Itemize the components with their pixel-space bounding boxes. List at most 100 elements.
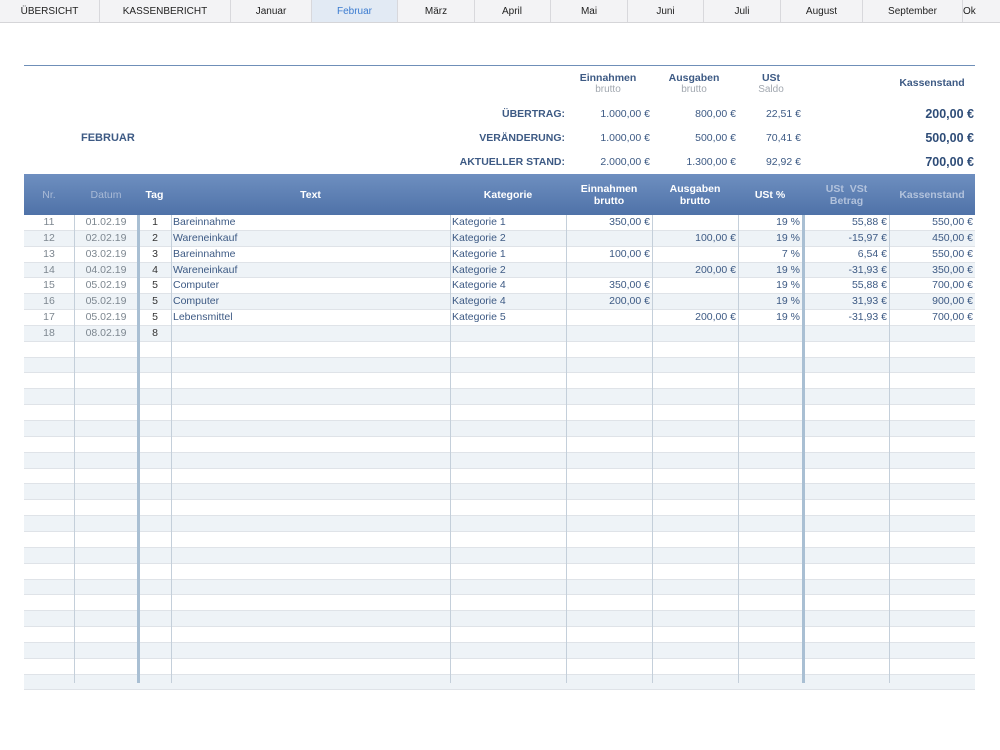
cell-text[interactable]: Bareinnahme [173,247,448,262]
cell-kassenstand[interactable] [889,326,973,341]
cell-einnahmen[interactable]: 350,00 € [566,278,650,293]
cell-kassenstand[interactable]: 450,00 € [889,231,973,246]
cell-nr[interactable]: 17 [24,310,74,325]
cell-kategorie[interactable]: Kategorie 2 [452,263,564,278]
table-row[interactable]: 14 04.02.19 4 Wareneinkauf Kategorie 2 200,00… [24,262,975,279]
cell-nr[interactable]: 12 [24,231,74,246]
table-row[interactable] [24,579,975,596]
table-row[interactable]: 11 01.02.19 1 Bareinnahme Kategorie 1 350,00 … [24,215,975,231]
cell-kassenstand[interactable]: 550,00 € [889,215,973,230]
cell-kategorie[interactable]: Kategorie 5 [452,310,564,325]
table-row[interactable] [24,659,975,675]
cell-tag[interactable]: 5 [139,278,171,293]
cell-kategorie[interactable]: Kategorie 4 [452,294,564,309]
cell-nr[interactable]: 16 [24,294,74,309]
cell-tag[interactable]: 5 [139,310,171,325]
sheet-tab[interactable]: Mai [551,0,628,22]
cell-ust-pct[interactable]: 19 % [738,294,800,309]
table-row[interactable] [24,674,975,691]
table-row[interactable] [24,516,975,532]
cell-ust-pct[interactable]: 19 % [738,215,800,230]
cell-kategorie[interactable]: Kategorie 4 [452,278,564,293]
cell-ust-pct[interactable]: 19 % [738,310,800,325]
sheet-tab[interactable]: Ok [963,0,1000,22]
sheet-tab[interactable]: Juli [704,0,781,22]
table-row[interactable] [24,437,975,453]
cell-ust-pct[interactable]: 19 % [738,231,800,246]
cell-betrag[interactable]: -15,97 € [804,231,887,246]
sheet-tab[interactable]: KASSENBERICHT [100,0,231,22]
cell-tag[interactable]: 8 [139,326,171,341]
cell-ust-pct[interactable]: 19 % [738,263,800,278]
sheet-tab[interactable]: April [474,0,551,22]
table-row[interactable] [24,374,975,390]
cell-kassenstand[interactable]: 550,00 € [889,247,973,262]
table-row[interactable] [24,389,975,406]
table-row[interactable] [24,547,975,564]
cell-ausgaben[interactable] [652,278,736,293]
table-row[interactable] [24,469,975,485]
sheet-tab[interactable]: März [398,0,475,22]
cell-kassenstand[interactable]: 700,00 € [889,278,973,293]
cell-ausgaben[interactable] [652,247,736,262]
table-row[interactable]: 12 02.02.19 2 Wareneinkauf Kategorie 2 100,00… [24,230,975,247]
cell-kassenstand[interactable]: 350,00 € [889,263,973,278]
table-row[interactable] [24,500,975,517]
cell-text[interactable]: Lebensmittel [173,310,448,325]
cell-einnahmen[interactable] [566,310,650,325]
cell-text[interactable] [173,326,448,341]
sheet-tab[interactable]: ÜBERSICHT [0,0,100,22]
sheet-tab[interactable]: Februar [312,0,398,22]
cell-nr[interactable]: 15 [24,278,74,293]
cell-kategorie[interactable] [452,326,564,341]
cell-betrag[interactable] [804,326,887,341]
table-row[interactable] [24,595,975,612]
table-row[interactable]: 15 05.02.19 5 Computer Kategorie 4 350,00 € 19… [24,278,975,295]
cell-ausgaben[interactable]: 100,00 € [652,231,736,246]
cell-einnahmen[interactable]: 350,00 € [566,215,650,230]
cell-tag[interactable]: 1 [139,215,171,230]
cell-ausgaben[interactable]: 200,00 € [652,310,736,325]
sheet-tab[interactable]: August [781,0,863,22]
cell-betrag[interactable]: 55,88 € [804,215,887,230]
cell-kategorie[interactable]: Kategorie 1 [452,247,564,262]
cell-datum[interactable]: 03.02.19 [74,247,138,262]
table-row[interactable] [24,452,975,469]
cell-betrag[interactable]: -31,93 € [804,263,887,278]
cell-datum[interactable]: 05.02.19 [74,278,138,293]
table-row[interactable]: 13 03.02.19 3 Bareinnahme Kategorie 1 100,00 … [24,247,975,263]
cell-einnahmen[interactable] [566,263,650,278]
cell-text[interactable]: Wareneinkauf [173,231,448,246]
table-row[interactable]: 17 05.02.19 5 Lebensmittel Kategorie 5 200,00… [24,310,975,326]
cell-ust-pct[interactable]: 7 % [738,247,800,262]
table-row[interactable] [24,532,975,548]
cell-tag[interactable]: 3 [139,247,171,262]
cell-nr[interactable]: 13 [24,247,74,262]
sheet-tab[interactable]: September [863,0,963,22]
cell-kategorie[interactable]: Kategorie 2 [452,231,564,246]
table-row[interactable] [24,421,975,437]
cell-datum[interactable]: 05.02.19 [74,294,138,309]
cell-datum[interactable]: 05.02.19 [74,310,138,325]
table-row[interactable]: 16 05.02.19 5 Computer Kategorie 4 200,00 € 19… [24,294,975,311]
cell-datum[interactable]: 04.02.19 [74,263,138,278]
cell-ausgaben[interactable] [652,215,736,230]
cell-betrag[interactable]: 55,88 € [804,278,887,293]
cell-tag[interactable]: 2 [139,231,171,246]
cell-kassenstand[interactable]: 700,00 € [889,310,973,325]
cell-text[interactable]: Bareinnahme [173,215,448,230]
cell-ust-pct[interactable] [738,326,800,341]
table-row[interactable] [24,564,975,580]
cell-datum[interactable]: 01.02.19 [74,215,138,230]
cell-text[interactable]: Wareneinkauf [173,263,448,278]
cell-betrag[interactable]: -31,93 € [804,310,887,325]
table-row[interactable] [24,342,975,358]
cell-tag[interactable]: 5 [139,294,171,309]
cell-kategorie[interactable]: Kategorie 1 [452,215,564,230]
table-row[interactable] [24,611,975,628]
cell-text[interactable]: Computer [173,294,448,309]
table-row[interactable]: 18 08.02.19 8 [24,325,975,342]
table-row[interactable] [24,484,975,501]
table-row[interactable] [24,357,975,374]
cell-nr[interactable]: 11 [24,215,74,230]
